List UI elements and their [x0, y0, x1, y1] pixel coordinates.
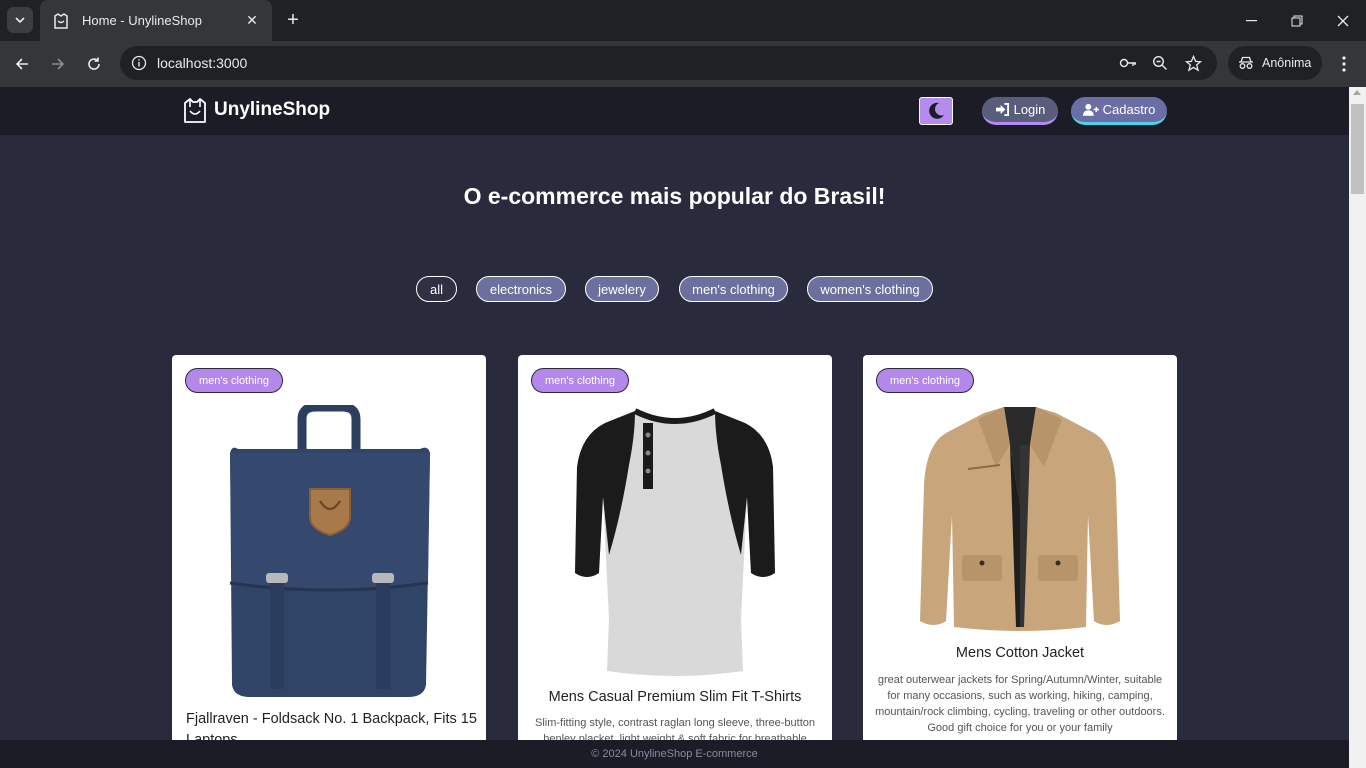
login-button[interactable]: Login: [982, 97, 1058, 125]
product-description: great outerwear jackets for Spring/Autum…: [875, 674, 1165, 734]
signup-label: Cadastro: [1102, 102, 1156, 117]
minimize-icon[interactable]: [1228, 0, 1274, 41]
product-card[interactable]: men's clothing Fjallraven - Foldsack No.…: [172, 355, 486, 755]
forward-arrow-icon[interactable]: [44, 50, 72, 78]
brand-name: UnylineShop: [214, 99, 331, 120]
sign-in-icon: [995, 103, 1009, 116]
bookmark-star-icon[interactable]: [1183, 53, 1203, 73]
browser-tab-active[interactable]: Home - UnylineShop ✕: [40, 0, 272, 41]
browser-tabstrip: Home - UnylineShop ✕ +: [0, 0, 1366, 41]
tab-close-icon[interactable]: ✕: [242, 12, 262, 29]
reload-icon[interactable]: [80, 50, 108, 78]
page-viewport: UnylineShop Login Cadastro O e-commerce …: [0, 87, 1349, 768]
scroll-up-icon[interactable]: [1353, 90, 1361, 95]
raglan-shirt-image: [575, 408, 775, 676]
url-text: localhost:3000: [157, 55, 248, 71]
hero-title: O e-commerce mais popular do Brasil!: [463, 183, 886, 209]
password-key-icon[interactable]: [1118, 53, 1138, 73]
filter-jewelery[interactable]: jewelery: [585, 276, 659, 302]
scroll-thumb[interactable]: [1351, 104, 1364, 194]
moon-icon: [929, 102, 944, 119]
close-window-icon[interactable]: [1320, 0, 1366, 41]
page-scrollbar[interactable]: [1349, 87, 1366, 768]
zoom-icon[interactable]: [1150, 53, 1170, 73]
category-filters: all electronics jewelery men's clothing …: [0, 276, 1349, 302]
product-card[interactable]: men's clothing Mens Casual Premium Slim …: [518, 355, 832, 755]
brand-logo[interactable]: UnylineShop: [183, 97, 330, 123]
tab-title: Home - UnylineShop: [82, 13, 202, 28]
new-tab-icon[interactable]: +: [282, 9, 304, 31]
browser-menu-icon[interactable]: [1330, 50, 1358, 78]
tab-search-icon[interactable]: [7, 7, 33, 33]
theme-toggle-button[interactable]: [919, 97, 953, 125]
site-footer: © 2024 UnylineShop E-commerce: [0, 740, 1349, 768]
filter-mens-clothing[interactable]: men's clothing: [679, 276, 788, 302]
incognito-icon: [1239, 56, 1253, 69]
cotton-jacket-image: [920, 407, 1120, 631]
filter-all[interactable]: all: [416, 276, 457, 302]
product-card[interactable]: men's clothing Mens Cotton Jacket great …: [863, 355, 1177, 755]
product-title[interactable]: Mens Casual Premium Slim Fit T-Shirts: [518, 687, 832, 708]
profile-label: Anônima: [1262, 56, 1312, 70]
signup-button[interactable]: Cadastro: [1071, 97, 1167, 125]
shop-favicon-icon: [54, 12, 68, 29]
restore-icon[interactable]: [1274, 0, 1320, 41]
category-badge: men's clothing: [185, 368, 283, 393]
login-label: Login: [1013, 102, 1046, 117]
product-title[interactable]: Mens Cotton Jacket: [863, 643, 1177, 664]
filter-womens-clothing[interactable]: women's clothing: [807, 276, 933, 302]
backpack-image: [229, 405, 430, 697]
back-arrow-icon[interactable]: [8, 50, 36, 78]
category-badge: men's clothing: [876, 368, 974, 393]
address-bar[interactable]: localhost:3000: [120, 46, 1217, 80]
filter-electronics[interactable]: electronics: [476, 276, 566, 302]
user-plus-icon: [1082, 103, 1099, 116]
site-info-icon[interactable]: [129, 53, 149, 73]
incognito-profile-button[interactable]: Anônima: [1228, 46, 1322, 80]
site-header: UnylineShop Login Cadastro: [0, 87, 1349, 135]
category-badge: men's clothing: [531, 368, 629, 393]
browser-toolbar: localhost:3000 Anônima: [0, 41, 1366, 87]
shirt-logo-icon: [184, 98, 206, 123]
